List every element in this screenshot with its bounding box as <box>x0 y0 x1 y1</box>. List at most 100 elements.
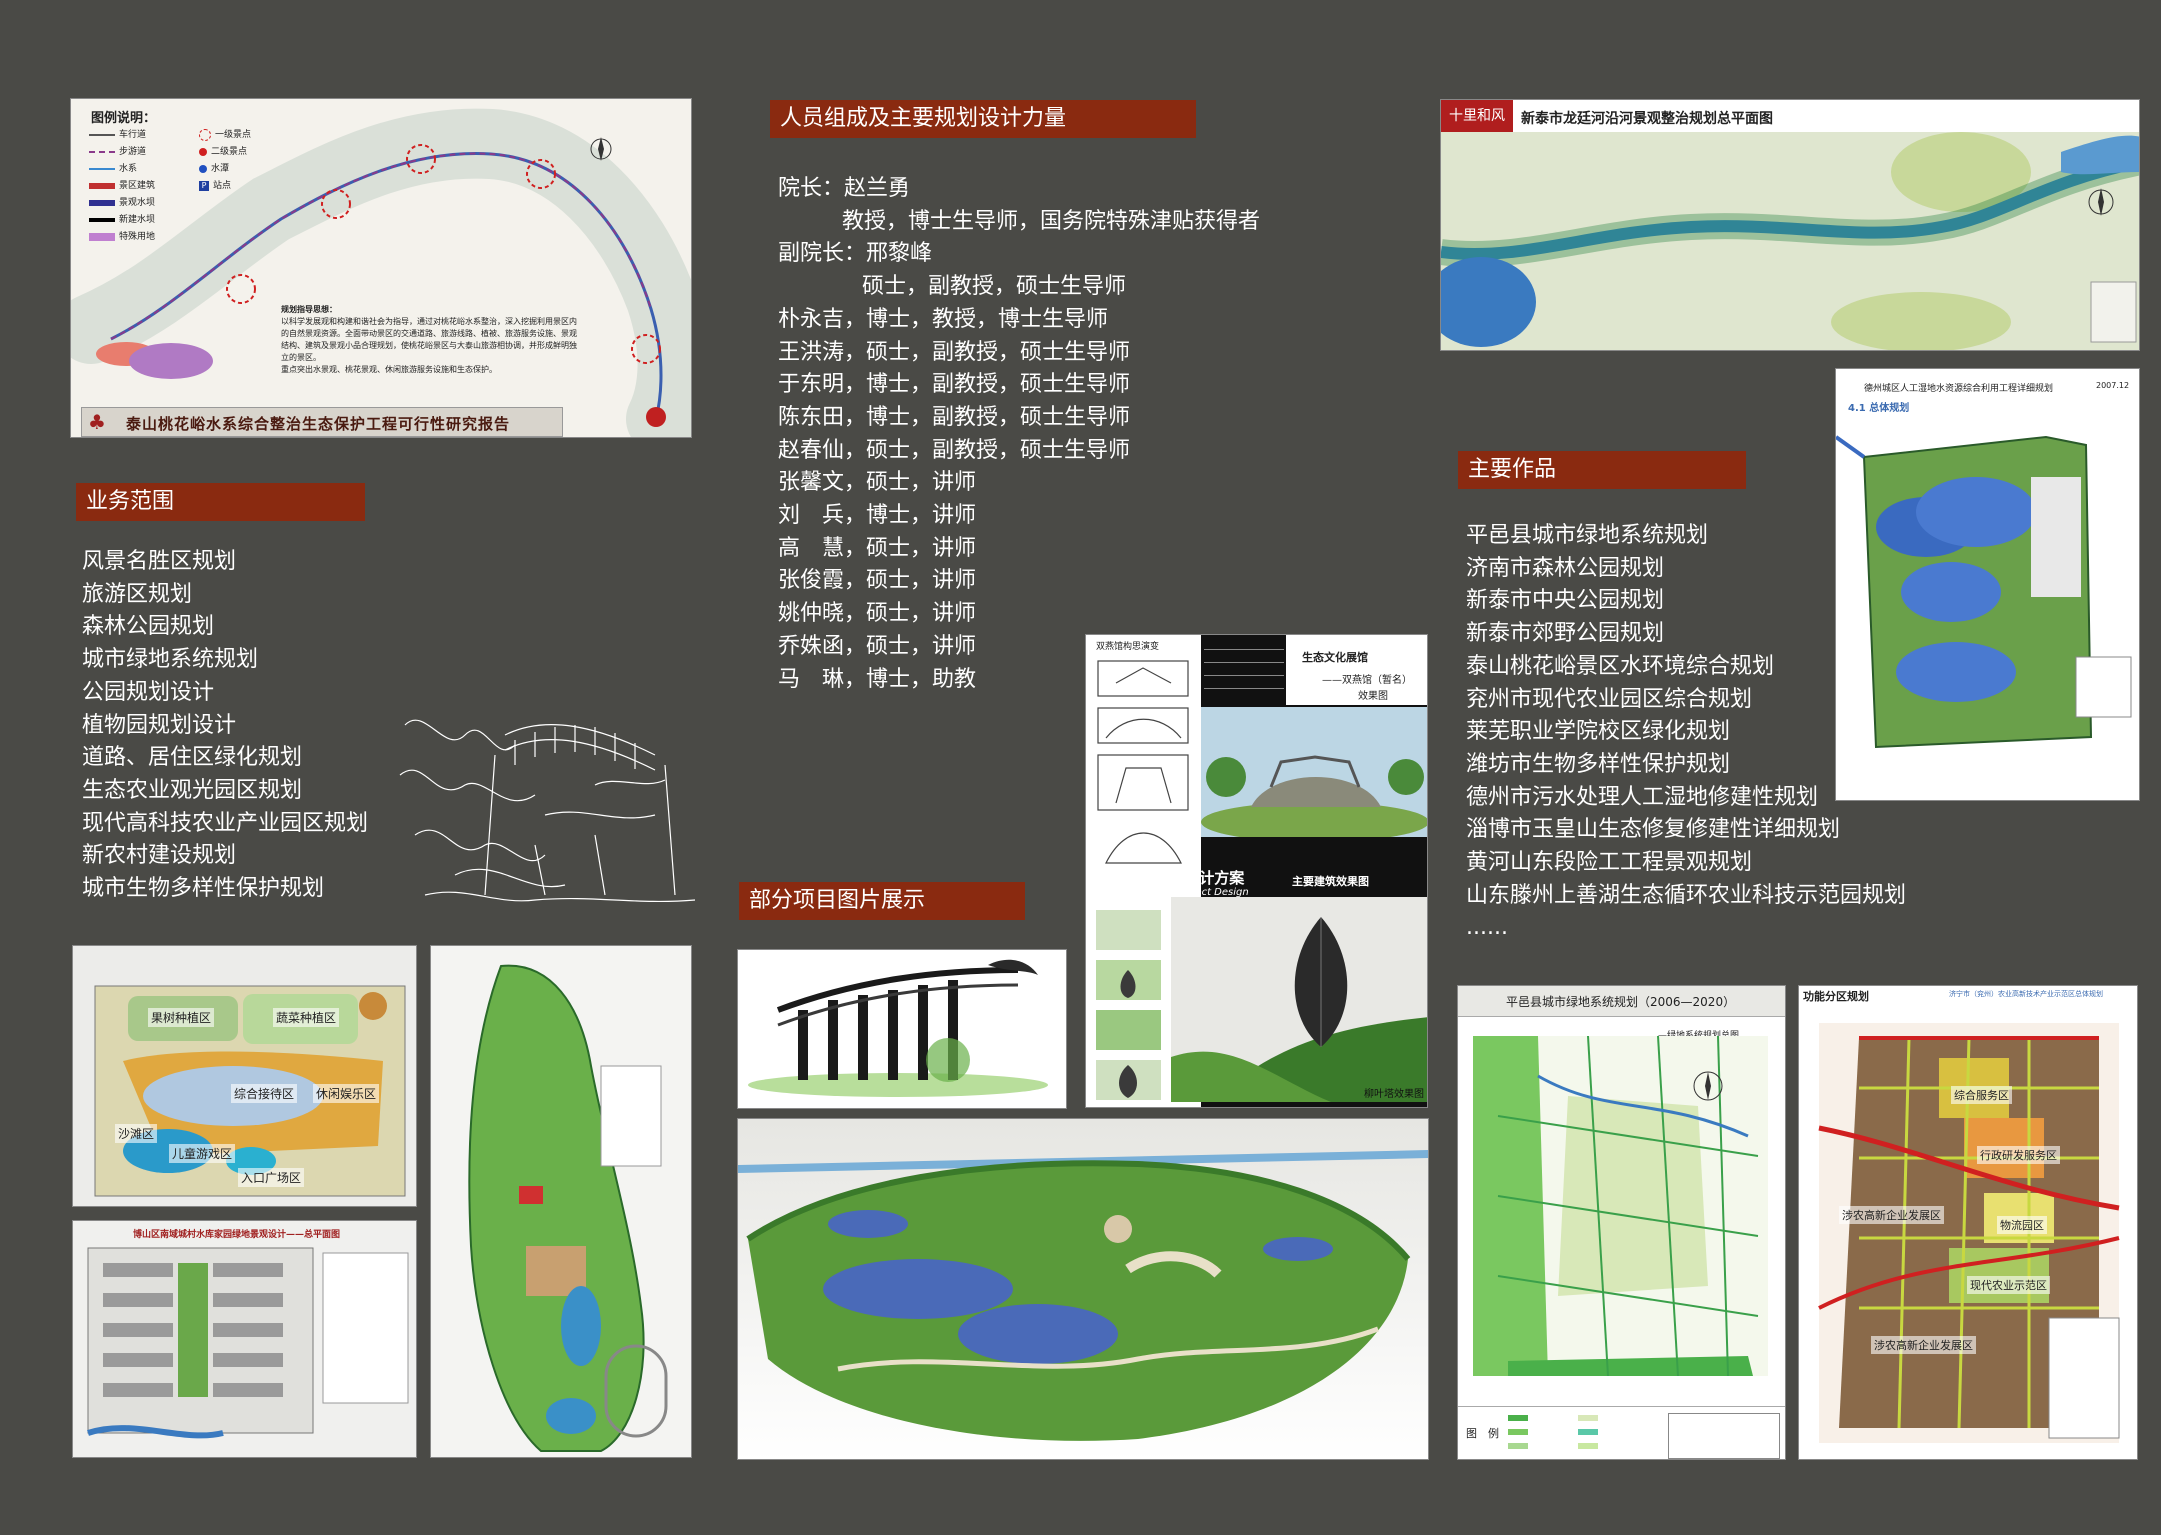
jinan-title: 济南森林公园 设计方案 <box>1089 869 1245 887</box>
sketch-drawing <box>399 719 696 903</box>
jinan-eco-hall-box: 生态文化展馆 ——双燕馆（暂名） 效果图 <box>1286 635 1427 705</box>
business-item: 新农村建设规划 <box>82 843 237 869</box>
pingyi-map-drawing <box>1473 1035 1768 1377</box>
staff-line: 教授，博士生导师，国务院特殊津贴获得者 <box>842 208 1261 234</box>
jinan-label-leaf: 柳叶塔效果图 <box>1364 1089 1424 1100</box>
legend-item-2: 水系 <box>119 164 138 174</box>
zone-label-3: 休闲娱乐区 <box>313 1084 380 1103</box>
legend-item-5: 新建水坝 <box>119 215 156 225</box>
taishan-guide: 规划指导思想： 以科学发展观和构建和谐社会为指导，通过对桃花峪水系整治，深入挖掘… <box>281 304 581 376</box>
xintai-map-drawing <box>1441 132 2139 350</box>
staff-line: 张俊霞，硕士，讲师 <box>778 568 977 594</box>
taishan-legend-title: 图例说明： <box>91 111 157 126</box>
xintai-header: 十里和风 新泰市龙廷河沿河景观整治规划总平面图 <box>1441 100 2139 132</box>
dezhou-title: 德州城区人工湿地水资源综合利用工程详细规划 <box>1864 384 2054 394</box>
staff-list: 院长：赵兰勇教授，博士生导师，国务院特殊津贴获得者副院长：邢黎峰硕士，副教授，硕… <box>778 173 1260 696</box>
long-park-drawing <box>468 964 668 1452</box>
zone-label-1: 蔬菜种植区 <box>273 1008 340 1027</box>
sculpture-drawing <box>748 959 1048 1097</box>
taishan-title: 泰山桃花峪水系综合整治生态保护工程可行性研究报告 <box>126 415 511 433</box>
park-plan-image: 果树种植区 蔬菜种植区 综合接待区 休闲娱乐区 沙滩区 儿童游戏区 入口广场区 <box>72 945 417 1207</box>
staff-line: 刘 兵，博士，讲师 <box>778 503 977 529</box>
taishan-title-bar: ♣ 泰山桃花峪水系综合整治生态保护工程可行性研究报告 <box>81 407 563 437</box>
staff-line: 硕士，副教授，硕士生导师 <box>862 274 1127 300</box>
business-item: 旅游区规划 <box>82 581 193 607</box>
jining-sub: 济宁市（兖州）农业高新技术产业示范区总体规划 <box>1949 990 2103 998</box>
staff-line: 赵春仙，硕士，副教授，硕士生导师 <box>778 437 1131 463</box>
pingyi-title: 平邑县城市绿地系统规划（2006—2020） <box>1506 995 1736 1009</box>
zone-label-4: 沙滩区 <box>115 1124 158 1143</box>
parking-icon: P <box>199 180 209 191</box>
works-item: 平邑县城市绿地系统规划 <box>1466 523 1709 548</box>
jinan-label-effect: 效果图 <box>1358 691 1388 702</box>
legend-item-0: 车行道 <box>119 130 147 140</box>
jining-zone-3: 物流园区 <box>1997 1216 2047 1234</box>
jining-zone-2: 涉农高新企业发展区 <box>1839 1206 1944 1224</box>
jining-zone-5: 涉农高新企业发展区 <box>1871 1336 1976 1354</box>
zone-label-0: 果树种植区 <box>148 1008 215 1027</box>
jinan-label-main: 主要建筑效果图 <box>1292 875 1369 888</box>
taishan-logo-icon: ♣ <box>88 410 106 434</box>
residential-title: 博山区南域城村水库家园绿地景观设计——总平面图 <box>133 1230 341 1240</box>
staff-heading: 人员组成及主要规划设计力量 <box>770 100 1196 138</box>
jining-zone-1: 行政研发服务区 <box>1977 1146 2060 1164</box>
works-item: 德州市污水处理人工湿地修建性规划 <box>1466 784 1819 810</box>
jining-title: 功能分区规划 <box>1803 990 1869 1003</box>
xintai-tag: 十里和风 <box>1441 100 1513 132</box>
aerial-render-image <box>737 1118 1429 1460</box>
business-item: 风景名胜区规划 <box>82 549 237 574</box>
staff-line: 陈东田，博士，副教授，硕士生导师 <box>778 404 1131 430</box>
business-item: 道路、居住区绿化规划 <box>82 745 303 771</box>
jinan-label-eco: 生态文化展馆 <box>1302 651 1368 664</box>
staff-line: 张馨文，硕士，讲师 <box>778 470 977 496</box>
aerial-drawing <box>738 1119 1428 1459</box>
business-item: 森林公园规划 <box>82 614 215 640</box>
works-heading: 主要作品 <box>1458 451 1746 489</box>
jinan-label-swallow: ——双燕馆（暂名） <box>1322 675 1412 686</box>
legend-item-4: 景观水坝 <box>119 198 156 208</box>
taishan-guide-title: 规划指导思想： <box>281 305 337 314</box>
legend-item-3: 景区建筑 <box>119 181 156 191</box>
staff-line: 于东明，博士，副教授，硕士生导师 <box>778 372 1131 398</box>
business-item: 城市生物多样性保护规划 <box>82 876 325 902</box>
business-heading: 业务范围 <box>76 483 365 521</box>
jinan-hall-render <box>1201 707 1427 837</box>
taishan-guide-text2: 重点突出水景观、桃花景观、休闲旅游服务设施和生态保护。 <box>281 365 497 374</box>
jinan-thumbs <box>1096 910 1161 1100</box>
jining-map-drawing <box>1818 1023 2120 1443</box>
legend-item-10: 站点 <box>213 181 232 191</box>
staff-line: 朴永吉，博士，教授，博士生导师 <box>778 306 1109 332</box>
staff-line: 高 慧，硕士，讲师 <box>778 535 977 561</box>
long-park-plan-image <box>430 945 692 1458</box>
works-item: 莱芜职业学院校区绿化规划 <box>1466 719 1731 745</box>
works-item: 山东滕州上善湖生态循环农业科技示范园规划 <box>1466 882 1907 908</box>
zone-label-6: 入口广场区 <box>238 1168 305 1187</box>
business-item: 城市绿地系统规划 <box>82 647 259 673</box>
dezhou-sub: 4.1 总体规划 <box>1848 403 1910 414</box>
residential-plan-drawing <box>87 1247 409 1439</box>
jining-zoning-image: 功能分区规划 济宁市（兖州）农业高新技术产业示范区总体规划 综合服务区 行政研发… <box>1798 985 2138 1460</box>
business-item: 植物园规划设计 <box>82 712 237 738</box>
dezhou-date: 2007.12 <box>2096 381 2130 390</box>
staff-line: 院长：赵兰勇 <box>778 176 911 201</box>
jinan-sketch-drawing <box>1097 660 1189 864</box>
works-item: 新泰市郊野公园规划 <box>1466 621 1665 647</box>
jinan-board-image: 双燕馆构思演变 生态文化展馆 ——双燕馆（暂名） 效果图 济南森林公园 设计方案… <box>1085 634 1428 1108</box>
works-item: 潍坊市生物多样性保护规划 <box>1466 751 1731 777</box>
projects-heading: 部分项目图片展示 <box>739 882 1025 920</box>
staff-line: 副院长：邢黎峰 <box>778 241 933 267</box>
works-item: 黄河山东段险工工程景观规划 <box>1466 850 1753 876</box>
legend-item-7: 一级景点 <box>215 130 252 140</box>
zone-label-2: 综合接待区 <box>231 1084 298 1103</box>
legend-item-9: 水潭 <box>211 164 230 174</box>
xintai-plan-image: 十里和风 新泰市龙廷河沿河景观整治规划总平面图 <box>1440 99 2140 351</box>
jinan-leaf-tower-render <box>1171 897 1427 1102</box>
staff-line: 姚仲晓，硕士，讲师 <box>778 601 977 627</box>
business-item: 现代高科技农业产业园区规划 <box>82 810 369 836</box>
works-item: 兖州市现代农业园区综合规划 <box>1466 686 1753 712</box>
taishan-plan-image: 图例说明： 车行道 步游道 水系 景区建筑 景观水坝 新建水坝 特殊用地 一级景… <box>70 98 692 438</box>
business-item: 公园规划设计 <box>82 679 215 705</box>
legend-item-6: 特殊用地 <box>119 232 156 242</box>
business-item: 生态农业观光园区规划 <box>82 777 303 803</box>
xintai-title: 新泰市龙廷河沿河景观整治规划总平面图 <box>1521 111 1773 127</box>
